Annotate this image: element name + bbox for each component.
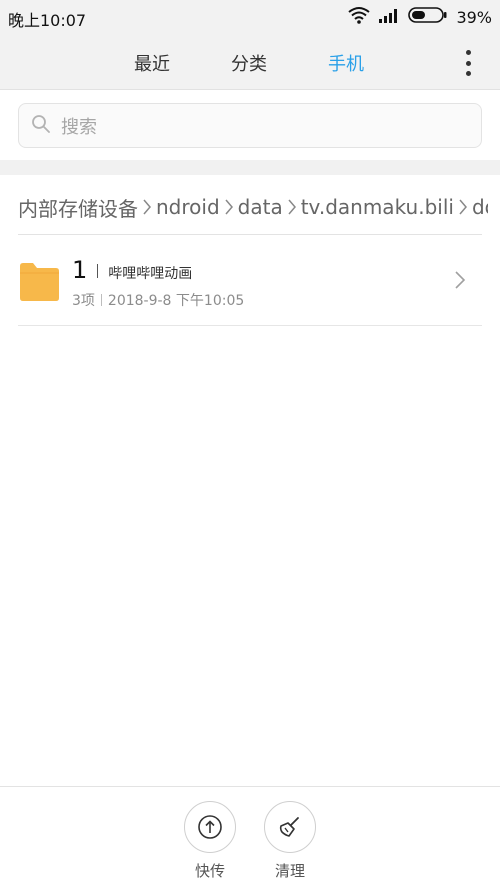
broom-icon [264,801,316,853]
battery-percent: 39% [456,7,492,27]
more-vertical-icon[interactable] [458,50,478,76]
bottom-action-bar: 快传 清理 [0,786,500,888]
search-icon [31,114,51,138]
title-separator [97,264,99,278]
meta-separator [100,294,102,306]
status-icons: 39% [348,6,492,28]
tab-recent[interactable]: 最近 [134,50,170,76]
tab-category[interactable]: 分类 [231,50,267,76]
status-bar: 晚上10:07 39% [0,0,500,36]
tab-phone[interactable]: 手机 [328,50,364,76]
breadcrumb: 内部存储设备 ndroid data tv.danmaku.bili dowr [18,190,488,224]
breadcrumb-item-download[interactable]: dowr [472,195,488,219]
upload-icon [184,801,236,853]
quick-share-button[interactable]: 快传 [180,801,240,881]
chevron-right-icon [458,198,468,216]
chevron-right-icon [287,198,297,216]
chevron-right-icon [454,270,466,294]
clean-label: 清理 [274,862,305,880]
wifi-icon [348,6,371,28]
file-title: 1 哔哩哔哩动画 [72,256,192,284]
list-divider [18,325,482,326]
file-item-count: 3项 [72,293,95,309]
chevron-right-icon [142,198,152,216]
clean-button[interactable]: 清理 [260,801,320,881]
file-date: 2018-9-8 下午10:05 [107,293,245,309]
list-item[interactable]: 1 哔哩哔哩动画 3项 2018-9-8 下午10:05 [0,236,500,325]
breadcrumb-item-bili[interactable]: tv.danmaku.bili [301,195,454,219]
search-input[interactable]: 搜索 [18,103,482,148]
folder-icon [18,260,60,306]
breadcrumb-item-android[interactable]: ndroid [156,195,220,219]
status-time: 晚上10:07 [8,11,87,30]
search-placeholder: 搜索 [61,116,97,138]
breadcrumb-item-internal-storage[interactable]: 内部存储设备 [18,193,138,222]
breadcrumb-item-data[interactable]: data [238,195,283,219]
file-app-tag: 哔哩哔哩动画 [108,266,193,282]
breadcrumb-divider [18,234,482,235]
file-meta: 3项 2018-9-8 下午10:05 [72,290,244,310]
file-name: 1 [72,256,88,284]
battery-icon [408,7,448,27]
file-manager-screen: 晚上10:07 39% 最近 分类 手机 搜索 内部存储设备 ndroid da… [0,0,500,888]
quick-share-label: 快传 [194,862,225,880]
signal-icon [378,7,400,27]
section-divider [0,160,500,175]
top-tab-bar: 最近 分类 手机 [0,36,500,90]
chevron-right-icon [224,198,234,216]
